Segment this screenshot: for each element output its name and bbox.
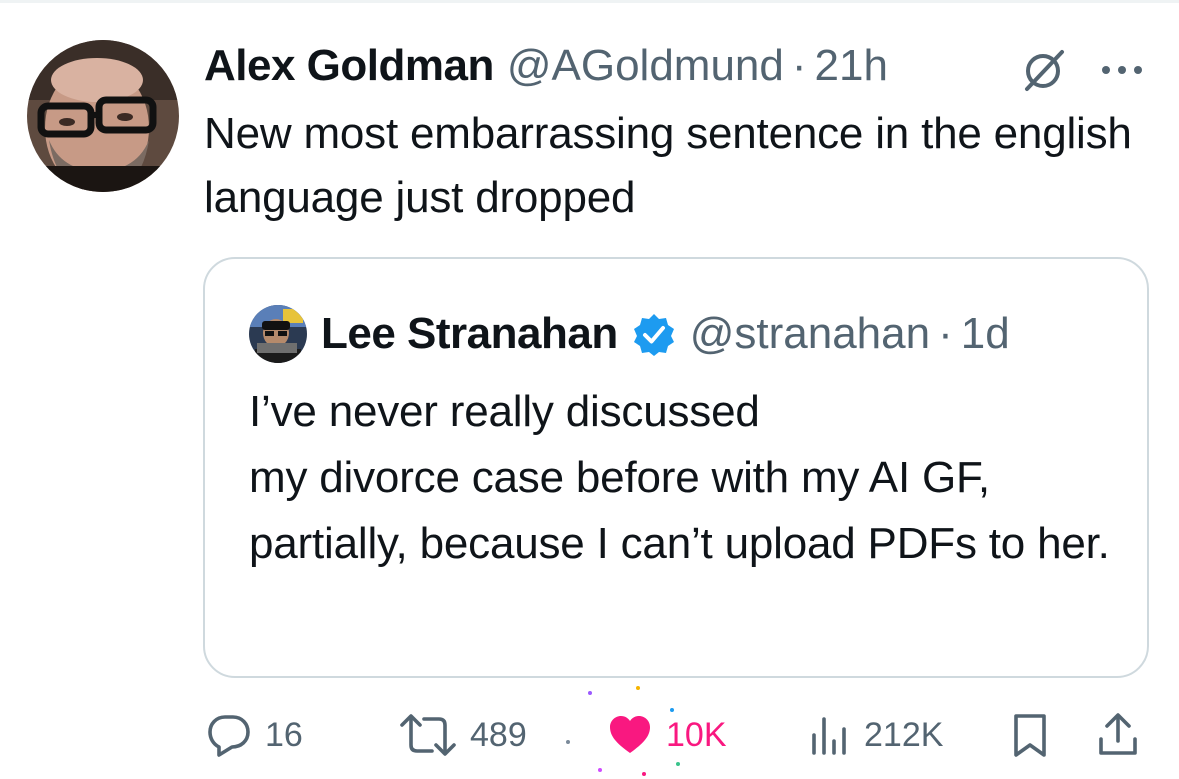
grok-icon[interactable] [1022,48,1066,92]
top-divider [0,0,1179,3]
like-icon [606,711,654,759]
quoted-tweet-card[interactable]: Lee Stranahan @stranahan · 1d I’ve never… [203,257,1149,678]
timestamp[interactable]: 21h [815,40,888,92]
reply-button[interactable]: 16 [205,700,303,770]
reply-count: 16 [265,715,303,754]
quoted-dot-separator: · [938,309,953,358]
share-icon [1096,711,1140,759]
more-icon[interactable] [1098,52,1146,88]
author-avatar[interactable] [27,40,179,192]
verified-badge-icon [632,312,676,356]
reply-icon [205,711,253,759]
like-button[interactable]: 10K [606,700,727,770]
bookmark-button[interactable] [1010,700,1050,770]
bookmark-icon [1010,711,1050,759]
like-sparkle [670,708,674,712]
quoted-timestamp: 1d [960,309,1010,358]
quoted-tweet-header: Lee Stranahan @stranahan · 1d [321,305,1010,363]
views-button[interactable]: 212K [808,700,943,770]
tweet-action-bar: 16 489 10K 212K [0,686,1179,776]
repost-count: 489 [470,715,527,754]
tweet-text: New most embarrassing sentence in the en… [204,109,1132,222]
views-count: 212K [864,715,944,754]
quoted-author-avatar [249,305,307,363]
repost-icon [398,711,458,759]
like-sparkle [636,686,640,690]
author-avatar-image [27,40,179,192]
share-button[interactable] [1096,700,1140,770]
like-count: 10K [666,715,727,754]
quoted-tweet-text: I’ve never really discussed my divorce c… [249,387,1110,568]
like-sparkle [598,768,602,772]
author-handle[interactable]: @AGoldmund [507,40,784,92]
quoted-author-name: Lee Stranahan [321,309,618,358]
quoted-author-handle: @stranahan [689,309,931,358]
dot-separator: · [791,41,807,90]
tweet-header: Alex Goldman @AGoldmund · 21h [204,40,888,92]
like-sparkle [642,772,646,776]
views-icon [808,711,852,759]
repost-button[interactable]: 489 [398,700,527,770]
like-sparkle [566,740,570,744]
author-name[interactable]: Alex Goldman [204,40,494,92]
like-sparkle [588,691,592,695]
like-sparkle [676,762,680,766]
